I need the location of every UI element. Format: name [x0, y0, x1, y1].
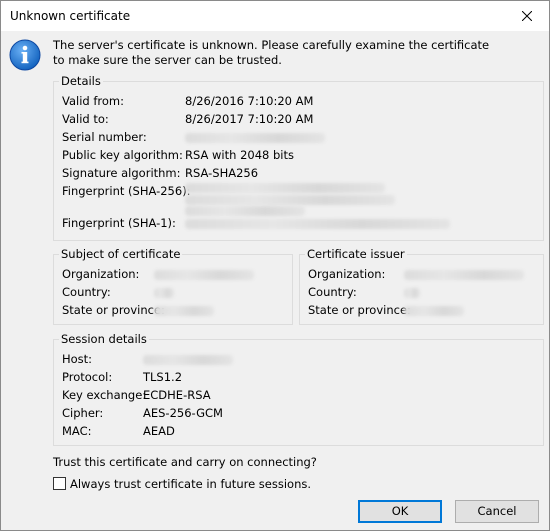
- subject-group: Subject of certificate Organization: Cou…: [53, 247, 293, 325]
- issuer-legend: Certificate issuer: [305, 247, 407, 262]
- cancel-button[interactable]: Cancel: [455, 500, 539, 523]
- details-legend: Details: [59, 74, 103, 89]
- issuer-country-label: Country:: [308, 285, 357, 299]
- issuer-country-redacted: [404, 288, 420, 298]
- fingerprint-sha256-redacted-1: [185, 183, 385, 193]
- details-group: Details Valid from: 8/26/2016 7:10:20 AM…: [53, 74, 544, 241]
- subject-organization-label: Organization:: [62, 267, 140, 281]
- valid-to-label: Valid to:: [62, 112, 109, 126]
- signature-algorithm-value: RSA-SHA256: [185, 166, 259, 180]
- issuer-group: Certificate issuer Organization: Country…: [299, 247, 544, 325]
- valid-from-value: 8/26/2016 7:10:20 AM: [185, 94, 314, 108]
- fingerprint-sha1-redacted: [185, 219, 450, 229]
- public-key-label: Public key algorithm:: [62, 148, 183, 162]
- protocol-value: TLS1.2: [143, 370, 183, 384]
- message: The server's certificate is unknown. Ple…: [53, 38, 523, 68]
- signature-algorithm-label: Signature algorithm:: [62, 166, 181, 180]
- issuer-state-redacted: [404, 306, 464, 316]
- fingerprint-sha256-redacted-2: [185, 195, 395, 205]
- close-button[interactable]: [505, 1, 549, 31]
- subject-country-redacted: [154, 288, 174, 298]
- always-trust-checkbox[interactable]: [53, 477, 66, 490]
- info-icon: [9, 39, 41, 71]
- subject-organization-redacted: [154, 270, 254, 280]
- certificate-dialog: Unknown certificate The server's certifi…: [0, 0, 550, 531]
- session-group: Session details Host: Protocol: TLS1.2 K…: [53, 332, 544, 446]
- close-icon: [522, 11, 532, 21]
- fingerprint-sha256-label: Fingerprint (SHA-256):: [62, 184, 191, 198]
- issuer-organization-redacted: [404, 270, 524, 280]
- key-exchange-value: ECDHE-RSA: [143, 388, 211, 402]
- mac-label: MAC:: [62, 424, 92, 438]
- message-line-2: to make sure the server can be trusted.: [53, 53, 282, 67]
- subject-country-label: Country:: [62, 285, 111, 299]
- message-line-1: The server's certificate is unknown. Ple…: [53, 38, 490, 52]
- host-label: Host:: [62, 352, 93, 366]
- window-title: Unknown certificate: [10, 9, 131, 23]
- ok-button[interactable]: OK: [358, 500, 442, 523]
- valid-from-label: Valid from:: [62, 94, 125, 108]
- fingerprint-sha1-label: Fingerprint (SHA-1):: [62, 216, 176, 230]
- subject-state-label: State or province:: [62, 303, 165, 317]
- valid-to-value: 8/26/2017 7:10:20 AM: [185, 112, 314, 126]
- protocol-label: Protocol:: [62, 370, 113, 384]
- always-trust-option[interactable]: Always trust certificate in future sessi…: [53, 476, 311, 491]
- cipher-value: AES-256-GCM: [143, 406, 223, 420]
- issuer-state-label: State or province:: [308, 303, 411, 317]
- serial-number-redacted: [185, 133, 325, 143]
- serial-number-label: Serial number:: [62, 130, 147, 144]
- key-exchange-label: Key exchange:: [62, 388, 147, 402]
- public-key-value: RSA with 2048 bits: [185, 148, 294, 162]
- trust-question: Trust this certificate and carry on conn…: [53, 455, 317, 469]
- cipher-label: Cipher:: [62, 406, 104, 420]
- always-trust-label[interactable]: Always trust certificate in future sessi…: [70, 477, 311, 491]
- issuer-organization-label: Organization:: [308, 267, 386, 281]
- subject-legend: Subject of certificate: [59, 247, 183, 262]
- session-legend: Session details: [59, 332, 149, 347]
- fingerprint-sha256-redacted-3: [185, 206, 305, 216]
- host-redacted: [143, 355, 233, 365]
- subject-state-redacted: [154, 306, 214, 316]
- mac-value: AEAD: [143, 424, 175, 438]
- title-bar: Unknown certificate: [1, 1, 549, 31]
